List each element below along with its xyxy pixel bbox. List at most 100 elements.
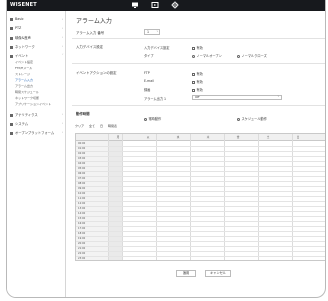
chevron-right-icon: › bbox=[62, 130, 64, 134]
section-divider bbox=[72, 63, 325, 64]
clear-button[interactable]: クリア bbox=[75, 124, 84, 128]
input-settings-label: 入力デバイス設定 bbox=[76, 45, 104, 49]
all-button[interactable]: 全て bbox=[89, 124, 95, 128]
section-divider bbox=[72, 38, 325, 39]
radio-selected-icon bbox=[237, 117, 240, 121]
grid-row-label: 10:00 bbox=[78, 191, 86, 195]
sidebar-item-analytics[interactable]: アナリティクス › bbox=[10, 112, 63, 117]
section-divider bbox=[72, 105, 325, 106]
sidebar-sub-alarm-output[interactable]: アラーム出力 bbox=[15, 84, 33, 88]
grid-row-label: 04:00 bbox=[78, 161, 86, 165]
grid-row-line bbox=[76, 231, 325, 232]
always-radio[interactable]: 常時動作 bbox=[144, 116, 161, 121]
grid-row-label: 14:00 bbox=[78, 211, 86, 215]
type-normally-closed-radio[interactable]: ノーマルクローズ bbox=[237, 53, 267, 58]
monitor-icon[interactable] bbox=[131, 1, 139, 9]
grid-row-line bbox=[76, 201, 325, 202]
grid-header: 月 火 水 木 金 土 日 bbox=[76, 134, 325, 141]
grid-row-line bbox=[76, 171, 325, 172]
record-checkbox[interactable]: 有効 bbox=[192, 87, 203, 92]
grid-row-label: 01:00 bbox=[78, 146, 86, 150]
grid-row-label: 23:00 bbox=[78, 256, 86, 260]
alarm-number-value: 1 bbox=[147, 30, 150, 34]
column-header[interactable]: 木 bbox=[198, 135, 218, 139]
grid-row-line bbox=[76, 221, 325, 222]
day-button[interactable]: 日 bbox=[100, 124, 103, 128]
grid-row-label: 21:00 bbox=[78, 246, 86, 250]
checkbox-icon bbox=[192, 46, 195, 50]
column-header[interactable]: 月 bbox=[108, 135, 128, 139]
column-header[interactable]: 水 bbox=[168, 135, 188, 139]
schedule-grid[interactable]: 月 火 水 木 金 土 日 00:00 01:00 02:00 03:00 04:00 0… bbox=[75, 133, 325, 261]
grid-row-line bbox=[76, 256, 325, 257]
sidebar-item-event[interactable]: イベント ˅ bbox=[10, 53, 64, 58]
sidebar-sub-event-setup[interactable]: イベント設定 bbox=[15, 60, 33, 64]
cancel-button[interactable]: キャンセル bbox=[205, 270, 231, 277]
grid-row-label: 07:00 bbox=[78, 176, 86, 180]
sidebar-item-label: システム bbox=[15, 122, 29, 126]
sidebar-item-label: 映像&音声 bbox=[15, 36, 31, 40]
schedule-radio[interactable]: スケジュール動作 bbox=[237, 116, 267, 121]
grid-row-label: 16:00 bbox=[78, 221, 86, 225]
column-header[interactable]: 土 bbox=[258, 135, 278, 139]
email-checkbox[interactable]: 有効 bbox=[192, 79, 203, 84]
sidebar-item-label: ネットワーク bbox=[15, 45, 35, 49]
chevron-right-icon: › bbox=[62, 121, 64, 125]
checkbox-icon bbox=[192, 72, 195, 76]
grid-row-label: 13:00 bbox=[78, 206, 86, 210]
column-header[interactable]: 火 bbox=[138, 135, 158, 139]
activation-time-label: 動作時間 bbox=[76, 112, 90, 116]
grid-row-label: 06:00 bbox=[78, 171, 86, 175]
sidebar-sub-app-event[interactable]: アプリケーションイベント bbox=[15, 102, 51, 106]
settings-icon[interactable] bbox=[171, 1, 179, 9]
sidebar-sub-time-schedule[interactable]: 時間スケジュール bbox=[15, 90, 39, 94]
sidebar-item-basic[interactable]: Basic › bbox=[10, 17, 63, 21]
chevron-down-icon: ˅ bbox=[62, 53, 64, 57]
grid-row-line bbox=[76, 196, 325, 197]
grid-row-line bbox=[76, 151, 325, 152]
sidebar-sub-network-disconnect[interactable]: ネットワーク切断 bbox=[15, 96, 39, 100]
email-label: E-mail bbox=[144, 79, 154, 83]
grid-row-line bbox=[76, 156, 325, 157]
sidebar-item-label: オープンプラットフォーム bbox=[15, 131, 55, 135]
playback-icon[interactable] bbox=[151, 1, 159, 9]
timetable-button[interactable]: 時間表 bbox=[108, 124, 117, 128]
wisenet-logo: WISENET bbox=[10, 2, 37, 8]
ftp-checkbox[interactable]: 有効 bbox=[192, 71, 203, 76]
radio-selected-icon bbox=[192, 54, 195, 58]
ftp-label: FTP bbox=[144, 71, 150, 75]
column-header[interactable]: 金 bbox=[228, 135, 248, 139]
column-header[interactable]: 日 bbox=[288, 135, 308, 139]
app-window: WISENET Basic › PTZ › 映像&音声 › ネットワーク › イベント ˅… bbox=[6, 0, 326, 298]
grid-row-label: 08:00 bbox=[78, 181, 86, 185]
sidebar-item-open-platform[interactable]: オープンプラットフォーム › bbox=[10, 130, 63, 135]
video-icon bbox=[10, 36, 13, 40]
apply-button[interactable]: 適用 bbox=[176, 270, 196, 277]
grid-row-label: 02:00 bbox=[78, 151, 86, 155]
sidebar-sub-ftp-email[interactable]: FTP/Eメール bbox=[15, 66, 32, 70]
alarm-number-select[interactable]: 1 ˅ bbox=[144, 29, 160, 35]
grid-row-label: 15:00 bbox=[78, 216, 86, 220]
sidebar-item-video-audio[interactable]: 映像&音声 › bbox=[10, 35, 63, 40]
sidebar-sub-storage[interactable]: ストレージ bbox=[15, 72, 30, 76]
ptz-icon bbox=[10, 26, 13, 30]
grid-row-label: 05:00 bbox=[78, 166, 86, 170]
sidebar-sub-alarm-input[interactable]: アラーム入力 bbox=[15, 78, 33, 82]
sidebar-item-label: PTZ bbox=[15, 26, 22, 30]
schedule-toolbar: クリア 全て 日 時間表 bbox=[75, 124, 121, 128]
checkbox-icon bbox=[192, 88, 195, 92]
input-enable-checkbox[interactable]: 有効 bbox=[192, 45, 203, 50]
grid-row-label: 17:00 bbox=[78, 226, 86, 230]
type-label: タイプ bbox=[144, 54, 154, 58]
alarm-output-select[interactable]: Off ˅ bbox=[192, 95, 282, 100]
grid-row-line bbox=[76, 161, 325, 162]
type-normally-open-radio[interactable]: ノーマルオープン bbox=[192, 53, 222, 58]
grid-row-label: 18:00 bbox=[78, 231, 86, 235]
sidebar-item-system[interactable]: システム › bbox=[10, 121, 63, 126]
sidebar-item-ptz[interactable]: PTZ › bbox=[10, 26, 63, 30]
alarm-output-label: アラーム出力 1 bbox=[144, 97, 167, 101]
input-enable-label: 入力デバイス設定 bbox=[144, 46, 170, 50]
top-bar: WISENET bbox=[7, 0, 325, 11]
sidebar-item-network[interactable]: ネットワーク › bbox=[10, 44, 63, 49]
home-icon bbox=[10, 17, 13, 21]
